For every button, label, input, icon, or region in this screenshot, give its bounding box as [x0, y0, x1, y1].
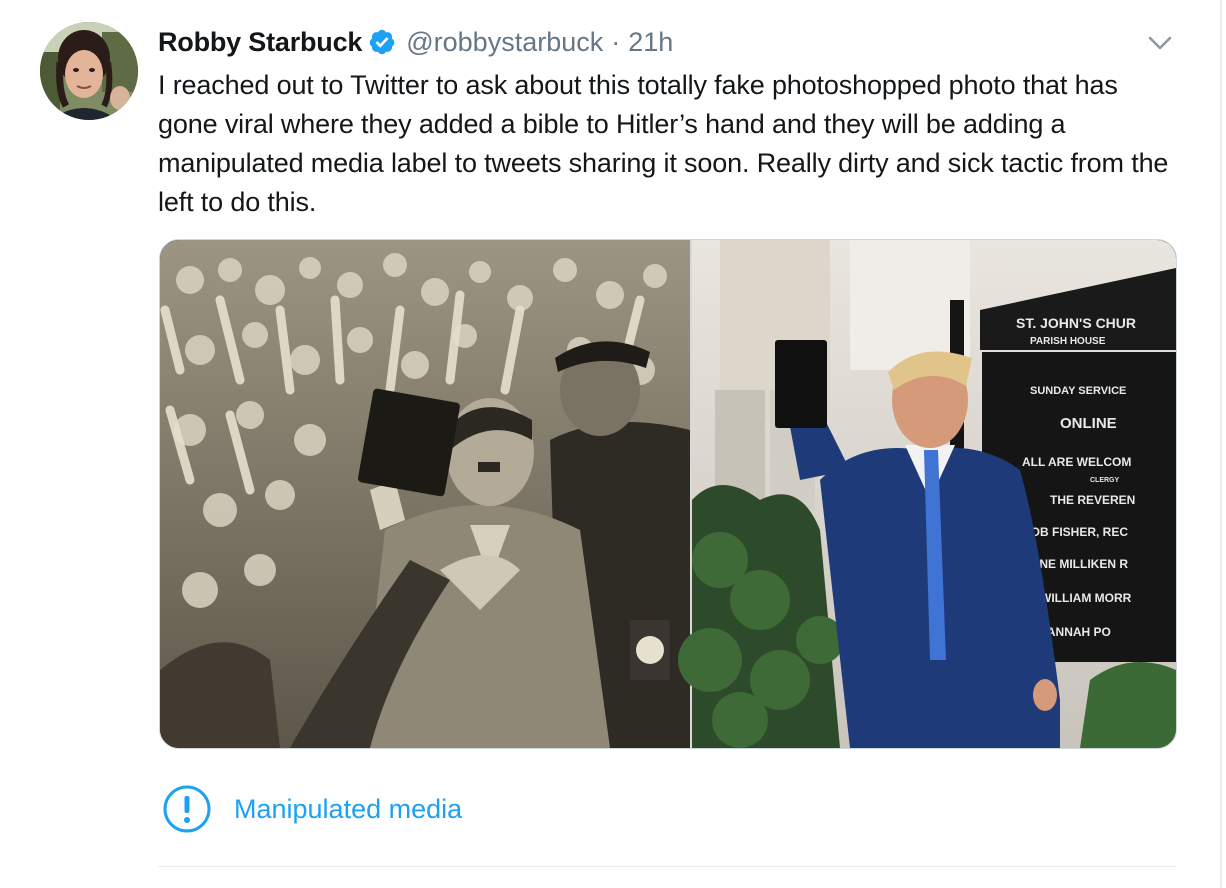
manipulated-media-label[interactable]: Manipulated media — [162, 782, 462, 836]
avatar[interactable] — [40, 22, 138, 120]
sign-line-1: ST. JOHN'S CHUR — [1016, 315, 1136, 331]
header-separator: · — [611, 27, 621, 57]
sign-line-8: ROB FISHER, REC — [1022, 525, 1128, 539]
sign-line-3: SUNDAY SERVICE — [1030, 385, 1126, 397]
author-display-name[interactable]: Robby Starbuck — [158, 22, 362, 62]
author-handle[interactable]: @robbystarbuck — [406, 22, 603, 62]
verified-badge-icon — [369, 29, 395, 55]
tweet-header: Robby Starbuck @robbystarbuck · 21h — [158, 22, 673, 62]
sign-line-7: THE REVEREN — [1050, 493, 1135, 507]
tweet-text: I reached out to Twitter to ask about th… — [158, 70, 1169, 217]
sign-line-2: PARISH HOUSE — [1030, 336, 1106, 347]
sign-line-5: ALL ARE WELCOM — [1022, 455, 1131, 469]
tweet-card: Robby Starbuck @robbystarbuck · 21h I re… — [0, 0, 1222, 888]
sign-line-10: WILLIAM MORR — [1040, 591, 1132, 605]
manipulated-media-text[interactable]: Manipulated media — [234, 794, 462, 825]
avatar-photo — [40, 22, 138, 120]
tweet-media[interactable]: ST. JOHN'S CHUR PARISH HOUSE SUNDAY SERV… — [159, 239, 1177, 749]
right-photo: ST. JOHN'S CHUR PARISH HOUSE SUNDAY SERV… — [678, 240, 1176, 748]
exclamation-circle-icon — [163, 785, 211, 833]
divider — [158, 866, 1176, 867]
left-photo — [160, 240, 690, 748]
sign-line-4: ONLINE — [1060, 415, 1117, 432]
sign-line-6: CLERGY — [1090, 477, 1120, 484]
chevron-down-icon[interactable] — [1145, 28, 1175, 58]
media-image: ST. JOHN'S CHUR PARISH HOUSE SUNDAY SERV… — [160, 240, 1176, 748]
tweet-timestamp[interactable]: 21h — [628, 22, 673, 62]
